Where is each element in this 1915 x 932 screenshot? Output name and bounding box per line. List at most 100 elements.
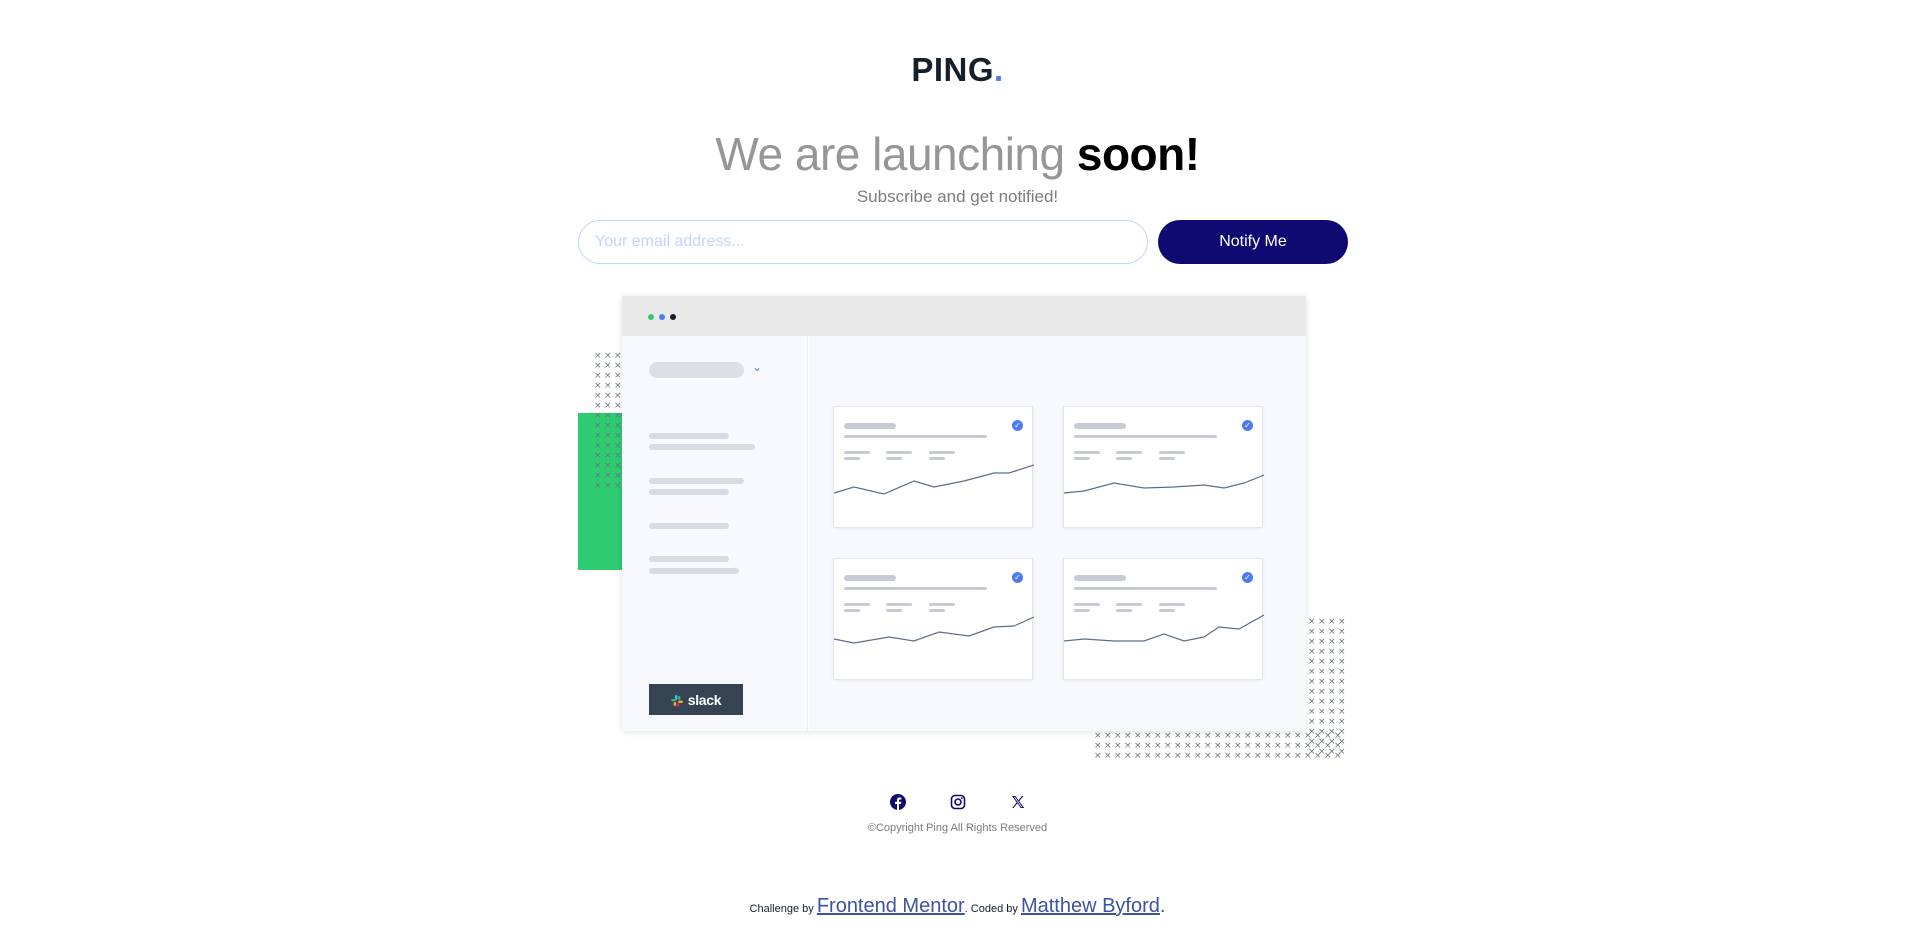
x-pattern-mark: × <box>614 361 622 371</box>
page-title: We are launching soon! <box>0 127 1915 181</box>
x-twitter-icon[interactable] <box>1009 793 1027 811</box>
x-pattern-mark: × <box>1314 741 1322 751</box>
copyright-text: ©Copyright Ping All Rights Reserved <box>867 822 1048 834</box>
x-pattern-mark: × <box>1318 667 1326 677</box>
x-pattern-mark: × <box>1134 741 1142 751</box>
card-subtitle-line <box>844 435 987 438</box>
x-pattern-mark: × <box>604 431 612 441</box>
x-pattern-mark: × <box>1328 687 1336 697</box>
card-subtitle-line <box>1074 587 1217 590</box>
x-pattern-mark: × <box>604 391 612 401</box>
x-pattern-mark: × <box>1318 657 1326 667</box>
x-pattern-mark: × <box>1284 751 1292 761</box>
sparkline <box>834 464 1034 495</box>
x-pattern-mark: × <box>1194 741 1202 751</box>
x-pattern-mark: × <box>1318 647 1326 657</box>
x-pattern-mark: × <box>1328 717 1336 727</box>
card-stat-line <box>1159 603 1185 606</box>
x-pattern-mark: × <box>1324 751 1332 761</box>
subtitle: Subscribe and get notified! <box>856 187 1059 206</box>
x-pattern-mark: × <box>1104 741 1112 751</box>
browser-window: ⌄ slack ✓ ✓ ✓ ✓ <box>622 296 1306 731</box>
x-pattern-mark: × <box>1284 741 1292 751</box>
check-icon: ✓ <box>1242 420 1253 431</box>
x-pattern-mark: × <box>1204 741 1212 751</box>
card-stat-line <box>844 451 870 454</box>
x-pattern-mark: × <box>594 371 602 381</box>
x-pattern-mark: × <box>1254 731 1262 741</box>
slack-label: slack <box>687 691 722 708</box>
x-pattern-mark: × <box>1094 731 1102 741</box>
card-subtitle-line <box>1074 435 1217 438</box>
x-pattern-left: × × × × × × × × × × × × × × × × × × × × × × × × × × × × × × × × × × × × × × × ×… <box>594 352 624 492</box>
x-pattern-mark: × <box>1328 647 1336 657</box>
x-pattern-mark: × <box>614 481 622 491</box>
x-pattern-mark: × <box>1134 751 1142 761</box>
sparkline <box>834 616 1034 644</box>
x-pattern-mark: × <box>594 421 602 431</box>
x-pattern-mark: × <box>594 481 602 491</box>
x-pattern-mark: × <box>614 451 622 461</box>
x-pattern-mark: × <box>1244 751 1252 761</box>
frontend-mentor-link[interactable]: Frontend Mentor <box>817 895 965 917</box>
x-pattern-mark: × <box>1174 741 1182 751</box>
x-pattern-mark: × <box>1174 731 1182 741</box>
x-pattern-mark: × <box>614 471 622 481</box>
facebook-icon[interactable] <box>889 793 907 811</box>
sidebar-line <box>649 433 729 439</box>
sidebar-line <box>649 556 729 562</box>
card-stat-line <box>1074 603 1100 606</box>
x-pattern-mark: × <box>1224 731 1232 741</box>
x-pattern-mark: × <box>1214 731 1222 741</box>
card-title-line <box>844 423 896 429</box>
card-subtitle-line <box>844 587 987 590</box>
x-pattern-mark: × <box>604 451 612 461</box>
x-pattern-mark: × <box>594 451 602 461</box>
x-pattern-mark: × <box>1308 627 1316 637</box>
email-input[interactable] <box>578 220 1148 264</box>
instagram-icon[interactable] <box>949 793 967 811</box>
x-pattern-mark: × <box>1338 657 1346 667</box>
x-pattern-mark: × <box>1234 751 1242 761</box>
notify-me-button[interactable]: Notify Me <box>1158 220 1348 264</box>
x-pattern-mark: × <box>1204 731 1212 741</box>
x-pattern-mark: × <box>614 421 622 431</box>
author-link[interactable]: Matthew Byford <box>1021 895 1160 917</box>
x-pattern-mark: × <box>1338 707 1346 717</box>
x-pattern-mark: × <box>1338 697 1346 707</box>
attribution-comma: . <box>964 903 968 915</box>
x-pattern-mark: × <box>1338 717 1346 727</box>
x-pattern-mark: × <box>614 441 622 451</box>
x-pattern-mark: × <box>614 401 622 411</box>
x-pattern-mark: × <box>1328 677 1336 687</box>
social-links <box>0 793 1915 811</box>
x-pattern-mark: × <box>604 351 612 361</box>
attribution-suffix: . <box>1159 895 1166 917</box>
x-pattern-mark: × <box>1294 751 1302 761</box>
x-pattern-mark: × <box>1328 667 1336 677</box>
x-pattern-mark: × <box>1294 741 1302 751</box>
window-title-bar <box>622 296 1306 336</box>
x-pattern-mark: × <box>1104 731 1112 741</box>
x-pattern-mark: × <box>614 411 622 421</box>
x-pattern-mark: × <box>1318 707 1326 717</box>
x-pattern-mark: × <box>1254 741 1262 751</box>
x-pattern-mark: × <box>1124 731 1132 741</box>
logo-dot: . <box>994 51 1004 88</box>
x-pattern-mark: × <box>1174 751 1182 761</box>
x-pattern-mark: × <box>1324 741 1332 751</box>
chevron-down-icon: ⌄ <box>752 360 763 374</box>
card-stat-line <box>929 603 955 606</box>
x-pattern-mark: × <box>594 461 602 471</box>
sparkline <box>1064 614 1264 642</box>
x-pattern-mark: × <box>1264 731 1272 741</box>
x-pattern-mark: × <box>1214 741 1222 751</box>
workspace-selector-placeholder <box>649 362 744 378</box>
chart-card: ✓ <box>833 558 1034 680</box>
x-pattern-mark: × <box>1144 741 1152 751</box>
x-pattern-mark: × <box>1144 751 1152 761</box>
x-pattern-mark: × <box>1104 751 1112 761</box>
x-pattern-mark: × <box>1318 617 1326 627</box>
check-icon: ✓ <box>1012 572 1023 583</box>
illustration-main: ✓ ✓ ✓ ✓ <box>809 336 1306 731</box>
